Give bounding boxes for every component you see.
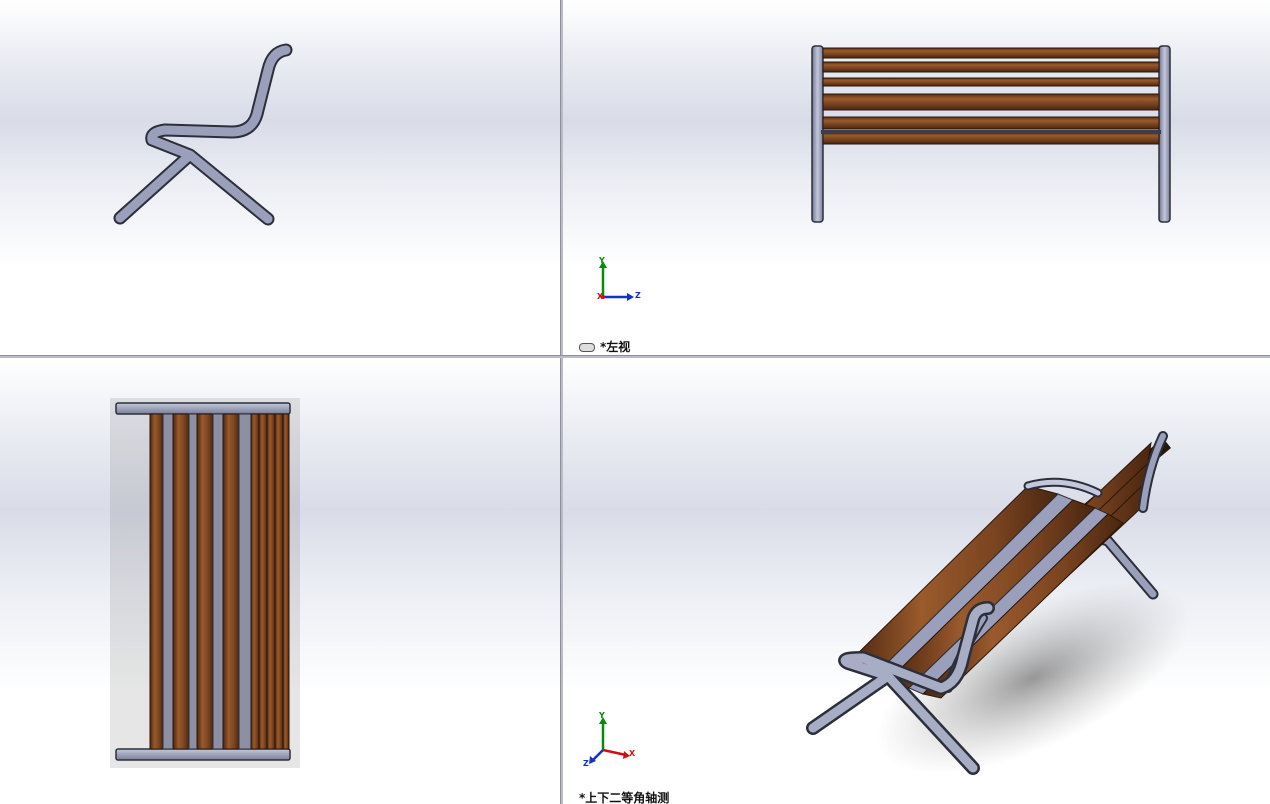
viewport-left-view[interactable]: Y Z X *左视 <box>563 0 1270 355</box>
axis-z-label: Z <box>635 291 641 300</box>
axis-z-label: Z <box>583 759 589 768</box>
bench-top-view <box>110 398 300 768</box>
horizontal-viewport-splitter[interactable] <box>0 355 1270 358</box>
viewport-isometric-view[interactable]: Y X Z *上下二等角轴测 <box>563 358 1270 804</box>
view-name-text: *左视 <box>600 340 631 354</box>
coordinate-triad-icon <box>599 261 634 301</box>
view-name-isometric: *上下二等角轴测 <box>579 791 670 804</box>
axis-y-label: Y <box>599 256 605 265</box>
vertical-viewport-splitter[interactable] <box>560 0 563 804</box>
axis-x-label: X <box>597 292 604 301</box>
axis-x-label: X <box>629 749 636 758</box>
glasses-icon <box>579 343 595 352</box>
viewport-bottom-left[interactable] <box>0 358 560 804</box>
axis-y-label: Y <box>599 711 605 720</box>
bench-side-profile <box>113 43 293 226</box>
view-name-left: *左视 <box>579 338 630 355</box>
viewport-top-left[interactable] <box>0 0 560 355</box>
coordinate-triad-icon <box>589 717 630 764</box>
